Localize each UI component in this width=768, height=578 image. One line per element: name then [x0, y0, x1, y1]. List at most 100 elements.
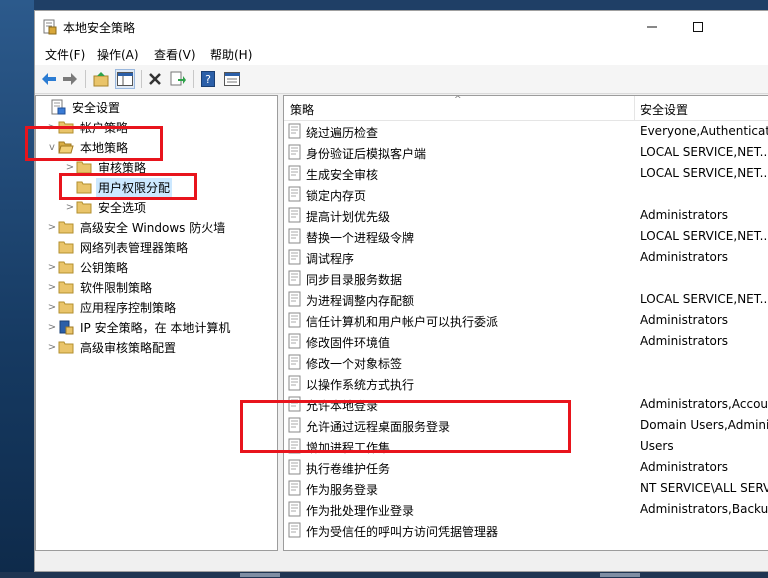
- maximize-button[interactable]: [675, 11, 721, 43]
- policy-setting: Domain Users,Admini...: [640, 418, 768, 432]
- policy-row[interactable]: 修改一个对象标签: [284, 352, 768, 373]
- export-list-button[interactable]: [168, 69, 188, 89]
- policy-row[interactable]: 身份验证后模拟客户端 LOCAL SERVICE,NET...: [284, 142, 768, 163]
- delete-button[interactable]: [145, 69, 165, 89]
- tree-expander[interactable]: >: [46, 337, 58, 357]
- policy-row[interactable]: 提高计划优先级 Administrators: [284, 205, 768, 226]
- folder-icon: [58, 121, 74, 134]
- policy-icon: [288, 249, 301, 265]
- folder-icon: [76, 201, 92, 214]
- folder-icon: [76, 181, 92, 194]
- minimize-button[interactable]: [629, 11, 675, 43]
- policy-row[interactable]: 绕过遍历检查 Everyone,Authenticate...: [284, 121, 768, 142]
- folder-open-icon: [58, 141, 74, 154]
- policy-row[interactable]: 作为受信任的呼叫方访问凭据管理器: [284, 520, 768, 541]
- policy-row[interactable]: 作为批处理作业登录 Administrators,Backu...: [284, 499, 768, 520]
- tree-expander[interactable]: >: [64, 197, 76, 217]
- folder-icon: [58, 241, 74, 254]
- tree-node-software-restriction[interactable]: > 软件限制策略: [46, 277, 154, 297]
- policy-row[interactable]: 修改固件环境值 Administrators: [284, 331, 768, 352]
- tree-node-audit-policy[interactable]: > 审核策略: [64, 157, 148, 177]
- desktop-background: [0, 0, 34, 578]
- window-title: 本地安全策略: [63, 21, 136, 35]
- policy-row[interactable]: 信任计算机和用户帐户可以执行委派 Administrators: [284, 310, 768, 331]
- sort-ascending-icon: ^: [454, 95, 462, 105]
- policy-row[interactable]: 生成安全审核 LOCAL SERVICE,NET...: [284, 163, 768, 184]
- tree-expander[interactable]: >: [64, 157, 76, 177]
- properties-button[interactable]: [222, 69, 242, 89]
- column-header-security-setting[interactable]: 安全设置: [640, 101, 688, 118]
- tree-expander[interactable]: >: [46, 257, 58, 277]
- folder-icon: [58, 261, 74, 274]
- menu-file[interactable]: 文件(F): [45, 46, 85, 63]
- up-level-button[interactable]: [91, 69, 111, 89]
- policy-setting: LOCAL SERVICE,NET...: [640, 145, 768, 159]
- console-tree-pane: 安全设置 > 帐户策略 v 本地策略 > 审核策略 用户权限分配 > 安全选项 …: [35, 95, 278, 551]
- tree-node-application-control[interactable]: > 应用程序控制策略: [46, 297, 178, 317]
- tree-expander[interactable]: >: [46, 317, 58, 337]
- policy-row[interactable]: 以操作系统方式执行: [284, 373, 768, 394]
- tree-node-windows-firewall[interactable]: > 高级安全 Windows 防火墙: [46, 217, 227, 237]
- policy-row[interactable]: 替换一个进程级令牌 LOCAL SERVICE,NET...: [284, 226, 768, 247]
- policy-row[interactable]: 为进程调整内存配额 LOCAL SERVICE,NET...: [284, 289, 768, 310]
- policy-icon: [288, 123, 301, 139]
- policy-row[interactable]: 增加进程工作集 Users: [284, 436, 768, 457]
- tree-node-local-policies[interactable]: v 本地策略: [46, 137, 130, 157]
- column-header-policy[interactable]: 策略: [290, 101, 314, 118]
- menu-view[interactable]: 查看(V): [154, 46, 196, 63]
- policy-icon: [288, 186, 301, 202]
- tree-node-security-settings[interactable]: 安全设置: [38, 97, 122, 117]
- policy-row[interactable]: 同步目录服务数据: [284, 268, 768, 289]
- policy-row[interactable]: 允许本地登录 Administrators,Accou...: [284, 394, 768, 415]
- help-icon: ?: [201, 71, 215, 87]
- tree-expander[interactable]: >: [46, 217, 58, 237]
- tree-node-label: 软件限制策略: [80, 280, 153, 295]
- policy-icon: [288, 375, 301, 391]
- tree-node-network-list-manager[interactable]: 网络列表管理器策略: [46, 237, 190, 257]
- policy-row[interactable]: 锁定内存页: [284, 184, 768, 205]
- back-button[interactable]: [39, 69, 59, 89]
- show-hide-tree-button[interactable]: [115, 69, 135, 89]
- policy-row[interactable]: 执行卷维护任务 Administrators: [284, 457, 768, 478]
- policy-setting: Administrators: [640, 460, 729, 474]
- tree-expander[interactable]: v: [46, 137, 58, 157]
- policy-setting: NT SERVICE\ALL SERV...: [640, 481, 768, 495]
- menu-action[interactable]: 操作(A): [97, 46, 139, 63]
- policy-name: 绕过遍历检查: [306, 126, 379, 140]
- policy-row[interactable]: 调试程序 Administrators: [284, 247, 768, 268]
- tree-node-user-rights-assignment[interactable]: 用户权限分配: [64, 177, 173, 197]
- forward-button[interactable]: [60, 69, 80, 89]
- policy-setting: Everyone,Authenticate...: [640, 124, 768, 138]
- title-bar: 本地安全策略: [35, 11, 768, 43]
- svg-text:?: ?: [205, 73, 211, 86]
- policy-row[interactable]: 允许通过远程桌面服务登录 Domain Users,Admini...: [284, 415, 768, 436]
- tree-node-ip-security[interactable]: > IP 安全策略，在 本地计算机: [46, 317, 232, 337]
- policy-name: 生成安全审核: [306, 168, 379, 182]
- tree-node-account-policies[interactable]: > 帐户策略: [46, 117, 130, 137]
- list-header: ^ 策略 安全设置: [284, 96, 768, 121]
- tree-node-security-options[interactable]: > 安全选项: [64, 197, 148, 217]
- policy-setting: Users: [640, 439, 674, 453]
- policy-icon: [288, 270, 301, 286]
- policy-icon: [288, 312, 301, 328]
- tree-node-label: 本地策略: [80, 140, 129, 155]
- policy-name: 锁定内存页: [306, 189, 367, 203]
- show-hide-console-tree-icon: [117, 72, 133, 86]
- tree-expander[interactable]: >: [46, 117, 58, 137]
- tree-node-public-key-policies[interactable]: > 公钥策略: [46, 257, 130, 277]
- policy-row[interactable]: 作为服务登录 NT SERVICE\ALL SERV...: [284, 478, 768, 499]
- policy-setting: LOCAL SERVICE,NET...: [640, 166, 768, 180]
- tree-node-advanced-audit[interactable]: > 高级审核策略配置: [46, 337, 178, 357]
- help-button[interactable]: ?: [198, 69, 218, 89]
- policy-name: 修改一个对象标签: [306, 357, 403, 371]
- tree-node-label: IP 安全策略，在 本地计算机: [80, 320, 231, 335]
- policy-icon: [288, 522, 301, 538]
- menu-help[interactable]: 帮助(H): [210, 46, 252, 63]
- policy-name: 作为服务登录: [306, 483, 379, 497]
- policy-setting: LOCAL SERVICE,NET...: [640, 292, 768, 306]
- tree-expander[interactable]: >: [46, 297, 58, 317]
- policy-setting: LOCAL SERVICE,NET...: [640, 229, 768, 243]
- tree-expander[interactable]: >: [46, 277, 58, 297]
- tree-node-label: 高级安全 Windows 防火墙: [80, 220, 226, 235]
- tree-node-label: 网络列表管理器策略: [80, 240, 189, 255]
